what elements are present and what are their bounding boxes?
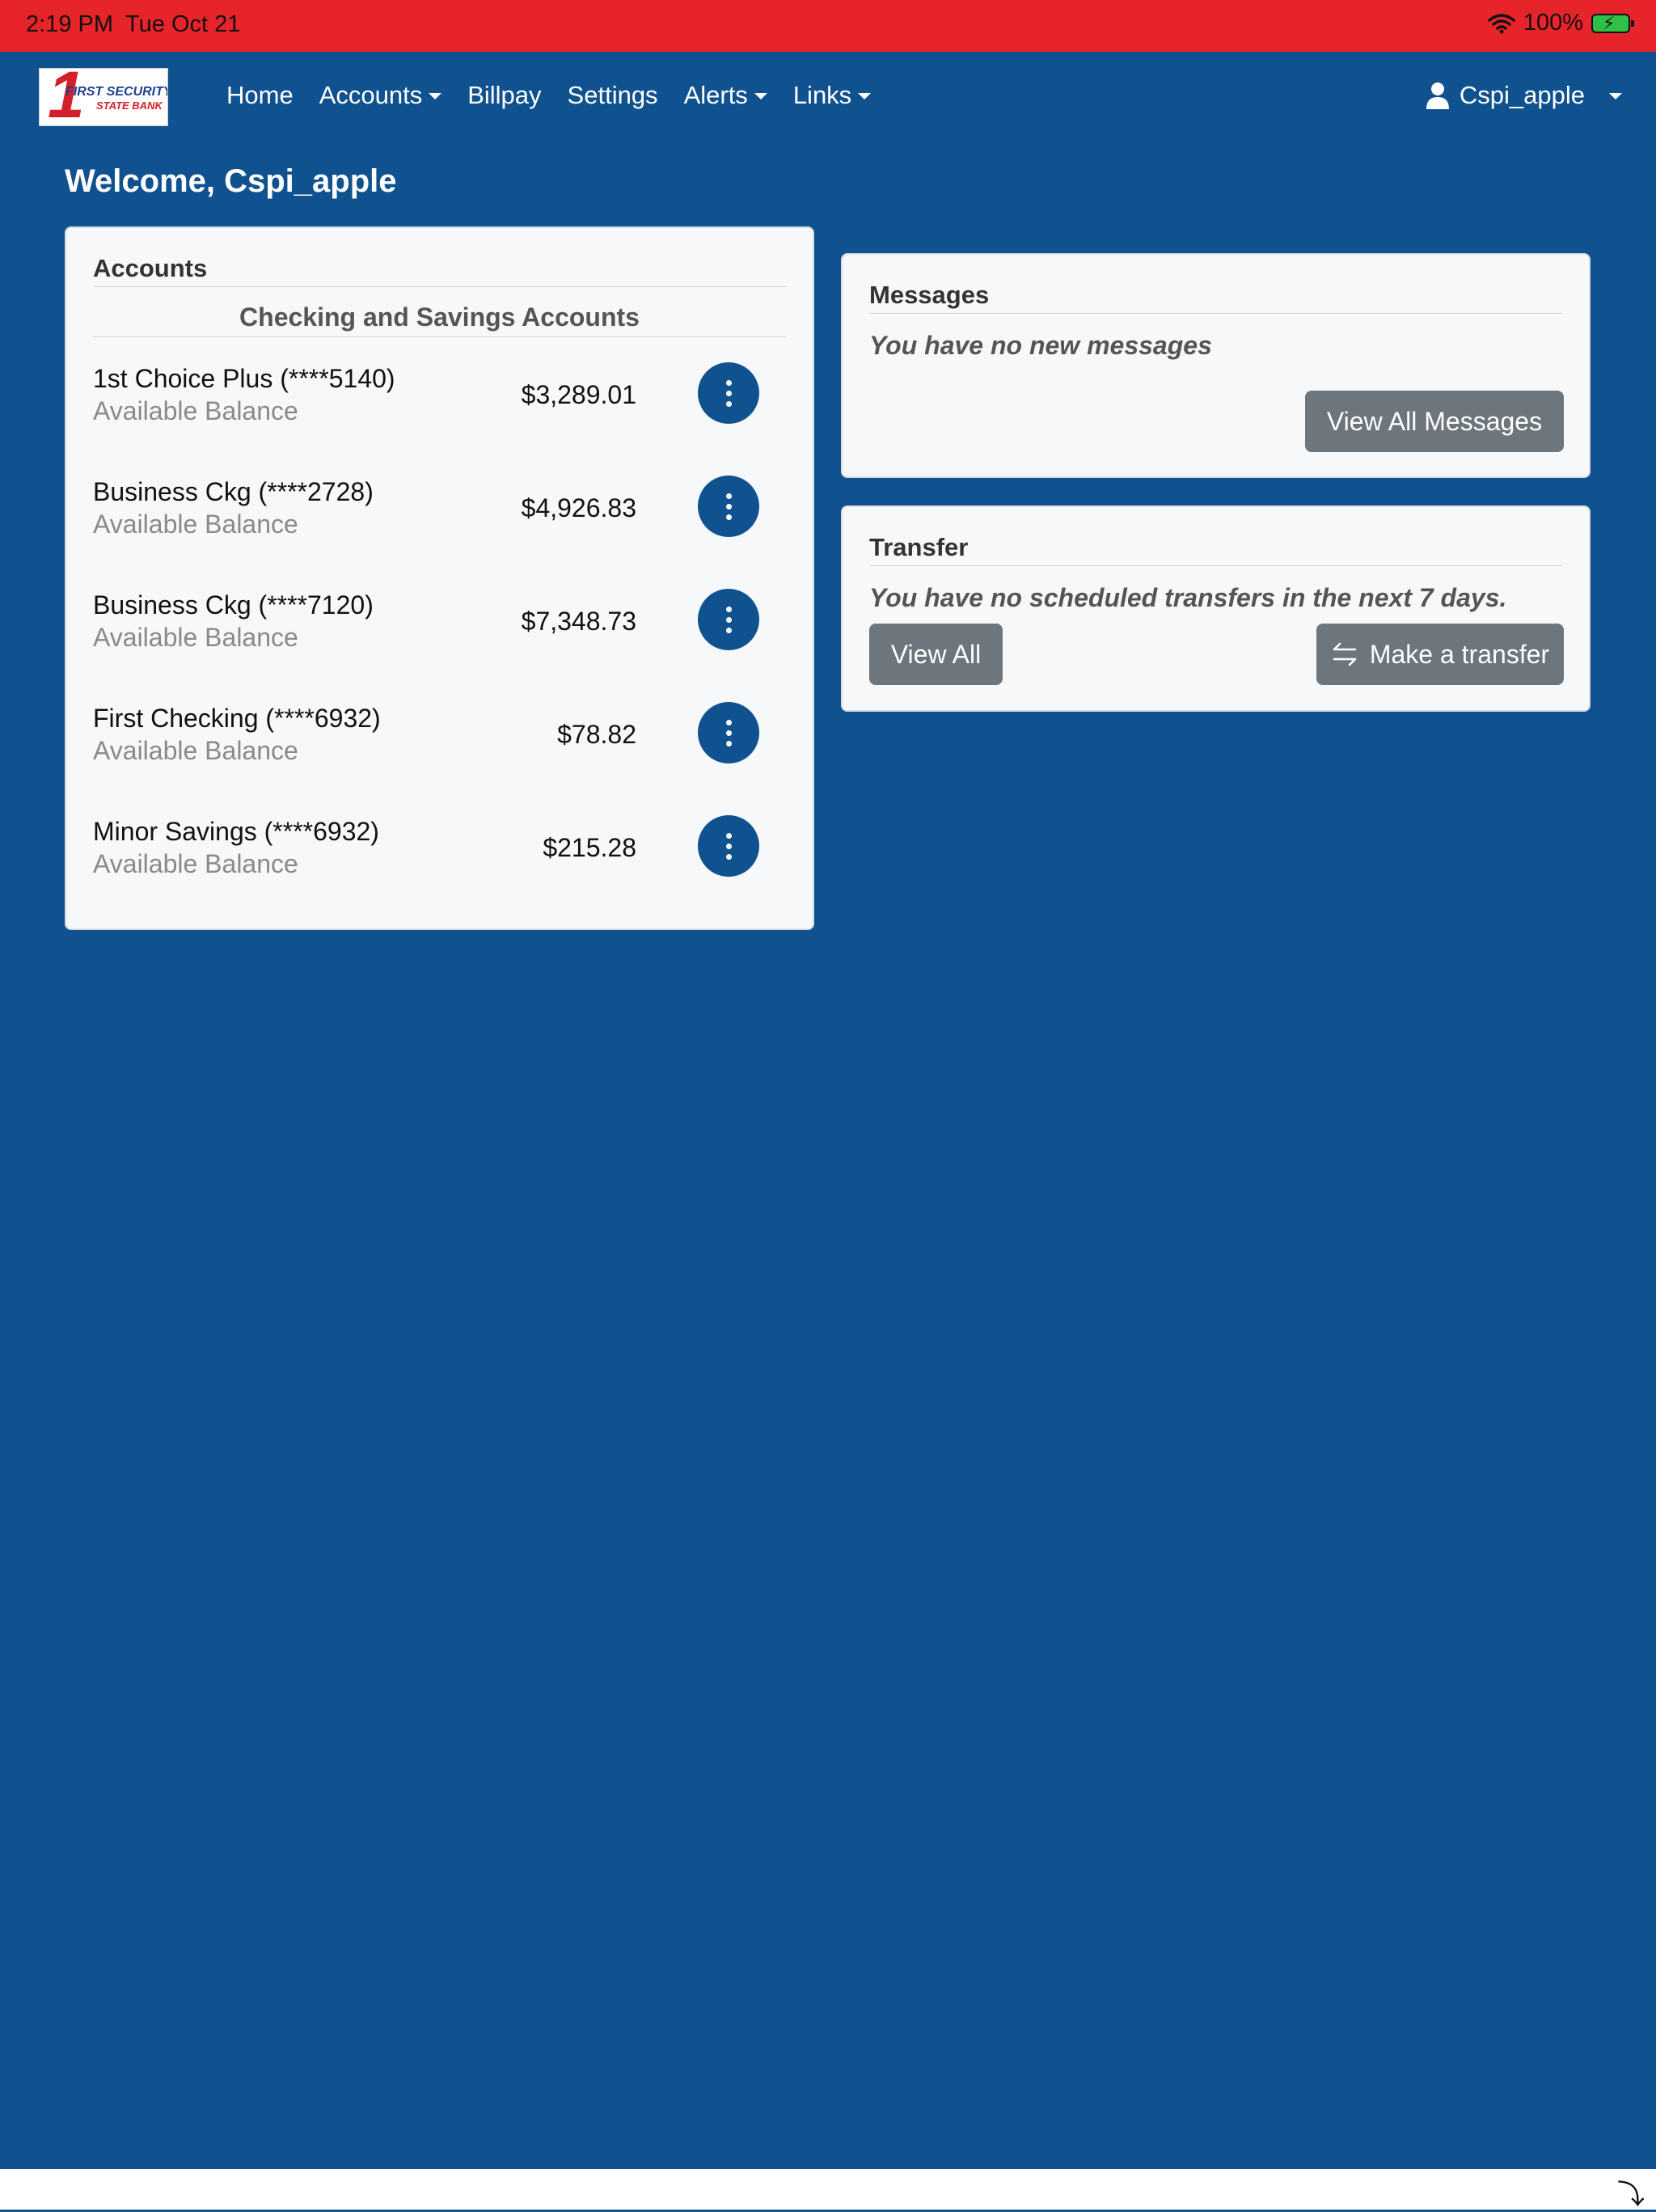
account-balance-label: Available Balance	[93, 510, 298, 539]
account-name: First Checking (****6932)	[93, 704, 381, 733]
nav-links-label: Links	[792, 81, 852, 109]
nav-home-label: Home	[226, 81, 294, 109]
account-row[interactable]: Minor Savings (****6932) Available Balan…	[93, 815, 786, 906]
account-balance: $78.82	[557, 720, 636, 749]
messages-note: You have no new messages	[869, 331, 1212, 360]
account-options-button[interactable]	[698, 589, 759, 650]
nav-accounts-label: Accounts	[319, 81, 423, 109]
bottom-bar	[0, 2169, 1656, 2210]
transfer-note: You have no scheduled transfers in the n…	[869, 583, 1507, 612]
logo-line1: FIRST SECURITY	[65, 85, 168, 99]
navbar: 1 FIRST SECURITY STATE BANK Home Account…	[0, 52, 1656, 145]
account-balance: $4,926.83	[521, 493, 636, 522]
nav-links[interactable]: Links	[792, 81, 872, 110]
caret-down-icon	[1609, 93, 1622, 99]
view-all-transfers-button[interactable]: View All	[869, 624, 1003, 685]
account-balance-label: Available Balance	[93, 849, 298, 878]
nav-billpay-label: Billpay	[467, 81, 542, 109]
account-name: 1st Choice Plus (****5140)	[93, 364, 395, 393]
account-balance: $7,348.73	[521, 607, 636, 636]
more-vertical-icon	[725, 832, 732, 839]
transfer-arrows-icon	[1333, 642, 1357, 666]
account-row[interactable]: Business Ckg (****7120) Available Balanc…	[93, 589, 786, 679]
account-options-button[interactable]	[698, 476, 759, 537]
account-balance: $215.28	[543, 833, 636, 862]
user-icon	[1426, 82, 1449, 109]
messages-card: Messages You have no new messages View A…	[841, 253, 1591, 478]
caret-down-icon	[858, 93, 872, 99]
bank-logo[interactable]: 1 FIRST SECURITY STATE BANK	[39, 68, 168, 126]
logo-line2: STATE BANK	[96, 99, 163, 112]
make-transfer-button[interactable]: Make a transfer	[1316, 624, 1564, 685]
more-vertical-icon	[725, 379, 732, 386]
status-date: Tue Oct 21	[125, 11, 241, 37]
more-vertical-icon	[725, 493, 732, 499]
accounts-card: Accounts Checking and Savings Accounts 1…	[65, 226, 814, 930]
status-bar: 2:19 PM Tue Oct 21 100% ⚡	[0, 0, 1656, 52]
battery-percent: 100%	[1523, 10, 1583, 36]
welcome-heading: Welcome, Cspi_apple	[65, 163, 397, 199]
accounts-title: Accounts	[93, 254, 208, 282]
status-time: 2:19 PM	[26, 11, 113, 37]
account-balance-label: Available Balance	[93, 736, 298, 765]
transfer-card: Transfer You have no scheduled transfers…	[841, 505, 1591, 712]
account-row[interactable]: 1st Choice Plus (****5140) Available Bal…	[93, 362, 786, 453]
status-indicators: 100% ⚡	[1488, 10, 1634, 36]
transfer-title: Transfer	[869, 533, 969, 561]
caret-down-icon	[754, 93, 767, 99]
divider	[93, 286, 786, 287]
user-menu[interactable]: Cspi_apple	[1426, 81, 1622, 110]
make-transfer-label: Make a transfer	[1369, 639, 1550, 669]
account-name: Business Ckg (****2728)	[93, 477, 374, 506]
account-balance-label: Available Balance	[93, 396, 298, 425]
more-vertical-icon	[725, 606, 732, 612]
divider	[869, 565, 1562, 566]
account-options-button[interactable]	[698, 702, 759, 763]
messages-title: Messages	[869, 281, 990, 309]
nav-settings[interactable]: Settings	[568, 81, 658, 110]
account-name: Business Ckg (****7120)	[93, 590, 374, 620]
wifi-icon	[1488, 13, 1515, 33]
main-nav: Home Accounts Billpay Settings Alerts Li…	[226, 81, 897, 110]
account-options-button[interactable]	[698, 815, 759, 877]
curve-icon: ⤵	[1617, 2180, 1645, 2210]
battery-charging-icon: ⚡	[1591, 13, 1634, 33]
view-all-messages-button[interactable]: View All Messages	[1305, 391, 1564, 452]
nav-alerts-label: Alerts	[683, 81, 748, 109]
divider	[869, 313, 1562, 314]
account-row[interactable]: First Checking (****6932) Available Bala…	[93, 702, 786, 793]
nav-settings-label: Settings	[567, 81, 658, 109]
more-vertical-icon	[725, 719, 732, 725]
divider	[93, 336, 786, 337]
account-balance: $3,289.01	[521, 380, 636, 409]
account-row[interactable]: Business Ckg (****2728) Available Balanc…	[93, 476, 786, 566]
nav-alerts[interactable]: Alerts	[684, 81, 767, 110]
account-balance-label: Available Balance	[93, 623, 298, 652]
user-name: Cspi_apple	[1459, 81, 1585, 109]
nav-billpay[interactable]: Billpay	[467, 81, 541, 110]
account-name: Minor Savings (****6932)	[93, 817, 379, 846]
nav-accounts[interactable]: Accounts	[319, 81, 442, 110]
account-options-button[interactable]	[698, 362, 759, 424]
caret-down-icon	[429, 93, 442, 99]
accounts-subtitle: Checking and Savings Accounts	[239, 302, 640, 332]
nav-home[interactable]: Home	[226, 81, 294, 110]
